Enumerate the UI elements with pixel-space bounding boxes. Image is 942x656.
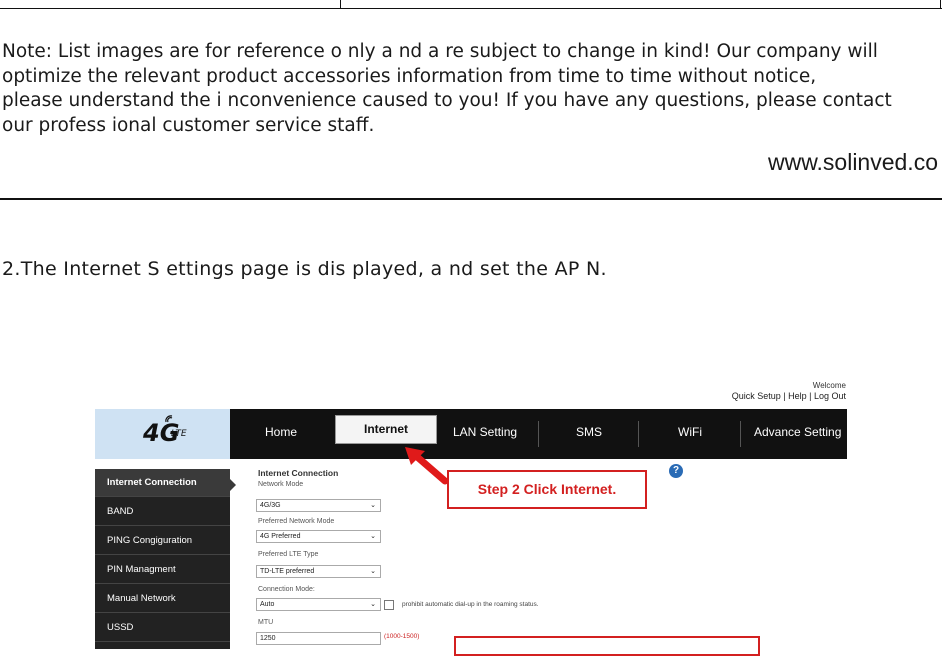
nav-internet[interactable]: Internet [335,415,437,444]
sidebar-item-pin[interactable]: PIN Managment [95,556,230,584]
sidebar-item-band[interactable]: BAND [95,498,230,526]
sidebar-item-ussd[interactable]: USSD [95,614,230,642]
chevron-down-icon: ⌄ [370,533,376,540]
note-line-3: please understand the i nconvenience cau… [2,90,892,111]
welcome-text: Welcome [812,381,846,390]
nav-separator [638,421,639,447]
website-url: www.solinved.co [767,149,938,175]
network-mode-label: Network Mode [258,481,304,488]
top-nav: Home LAN Setting SMS WiFi Advance Settin… [230,409,847,459]
mtu-label: MTU [258,619,274,626]
signal-icon [165,415,173,423]
sidebar-item-ping[interactable]: PING Congiguration [95,527,230,555]
preferred-mode-label: Preferred Network Mode [258,518,335,525]
chevron-down-icon: ⌄ [370,601,376,608]
roaming-checkbox[interactable] [384,600,394,610]
lte-type-label: Preferred LTE Type [258,551,319,558]
help-icon[interactable]: ? [669,464,683,478]
connection-mode-value: Auto [260,601,275,608]
network-mode-select[interactable]: 4G/3G ⌄ [256,499,381,512]
logo-lte: LTE [171,429,187,439]
nav-internet-label: Internet [363,422,408,436]
preferred-mode-value: 4G Preferred [260,533,301,540]
note-line-4: our profess ional customer service staff… [2,114,375,136]
sidebar: Internet Connection BAND PING Congigurat… [95,469,230,649]
table-right-border [940,0,941,8]
nav-separator [740,421,741,447]
roaming-label: prohibit automatic dial-up in the roamin… [402,601,539,608]
note-paragraph: Note: List images are for reference o nl… [2,40,940,138]
step-callout: Step 2 Click Internet. [447,470,647,509]
note-line-2: optimize the relevant product accessorie… [2,65,817,87]
connection-mode-label: Connection Mode: [258,586,315,593]
top-links[interactable]: Quick Setup | Help | Log Out [732,391,846,401]
nav-home[interactable]: Home [265,425,297,439]
sidebar-item-internet-connection[interactable]: Internet Connection [95,469,230,497]
preferred-mode-select[interactable]: 4G Preferred ⌄ [256,530,381,543]
nav-wifi[interactable]: WiFi [678,425,702,439]
chevron-down-icon: ⌄ [370,502,376,509]
chevron-down-icon: ⌄ [370,568,376,575]
pointer-arrow-icon [405,447,449,485]
table-divider [340,0,341,8]
nav-separator [538,421,539,447]
lte-type-value: TD-LTE preferred [260,568,315,575]
lte-type-select[interactable]: TD-LTE preferred ⌄ [256,565,381,578]
callout-box [454,636,760,656]
active-indicator [229,478,236,492]
table-bottom-border [0,0,942,9]
section-title: Internet Connection [258,468,339,478]
nav-sms[interactable]: SMS [576,425,602,439]
mtu-input[interactable]: 1250 [256,632,381,645]
nav-lan-setting[interactable]: LAN Setting [453,425,517,439]
sidebar-item-manual-network[interactable]: Manual Network [95,585,230,613]
note-line-1: Note: List images are for reference o nl… [2,41,878,62]
nav-advance-setting[interactable]: Advance Setting [754,425,841,439]
network-mode-value: 4G/3G [260,502,281,509]
section-divider [0,198,942,200]
mtu-hint: (1000-1500) [384,633,420,640]
callout-text: Step 2 Click Internet. [477,481,617,497]
step-instruction: 2.The Internet S ettings page is dis pla… [2,258,607,280]
connection-mode-select[interactable]: Auto ⌄ [256,598,381,611]
